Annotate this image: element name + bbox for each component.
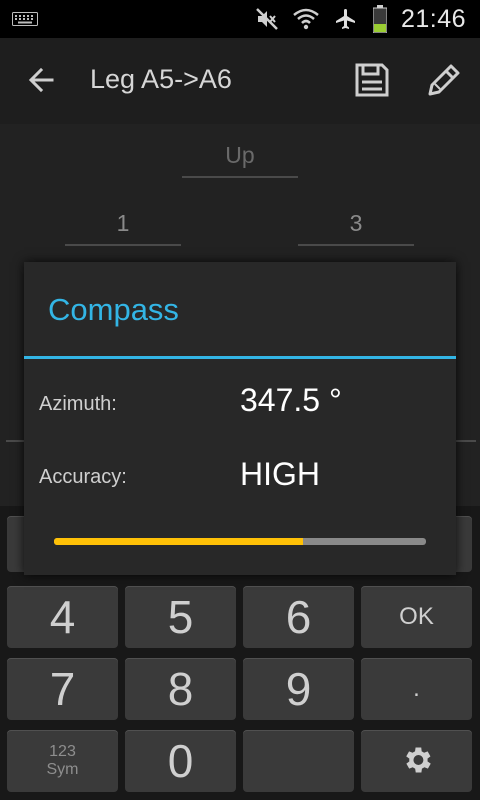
key-7[interactable]: 7	[7, 658, 118, 720]
status-bar: 21:46	[0, 0, 480, 38]
mute-icon	[255, 7, 279, 31]
airplane-icon	[333, 7, 359, 31]
wifi-icon	[293, 7, 319, 31]
dialog-title-divider	[24, 356, 456, 359]
key-space[interactable]	[243, 730, 354, 792]
inclination-field[interactable]: 3	[298, 210, 414, 246]
key-123-label: 123	[49, 743, 76, 760]
up-field-placeholder: Up	[225, 142, 255, 168]
page-title: Leg A5->A6	[90, 64, 232, 94]
up-field[interactable]: Up	[182, 142, 298, 178]
field-underline	[182, 176, 298, 178]
left-field-edge	[6, 436, 26, 442]
key-sym-label: Sym	[46, 761, 79, 778]
battery-icon	[372, 5, 387, 33]
key-ok[interactable]: OK	[361, 586, 472, 648]
settings-icon	[400, 734, 434, 788]
key-settings[interactable]	[361, 730, 472, 792]
back-arrow-icon[interactable]	[24, 62, 60, 98]
clock: 21:46	[400, 4, 466, 33]
compass-dialog: Compass Azimuth: 347.5 ° Accuracy: HIGH	[24, 262, 456, 575]
save-icon[interactable]	[352, 60, 392, 100]
accuracy-label: Accuracy:	[39, 466, 127, 488]
key-6[interactable]: 6	[243, 586, 354, 648]
azimuth-label: Azimuth:	[39, 393, 117, 415]
action-bar: Leg A5->A6	[0, 38, 480, 124]
dialog-title: Compass	[48, 292, 179, 327]
key-9[interactable]: 9	[243, 658, 354, 720]
field-underline	[65, 244, 181, 246]
key-5[interactable]: 5	[125, 586, 236, 648]
distance-field[interactable]: 1	[65, 210, 181, 246]
right-field-edge	[456, 436, 476, 442]
inclination-field-value: 3	[349, 210, 363, 236]
progress-fill	[54, 538, 304, 545]
key-4[interactable]: 4	[7, 586, 118, 648]
accuracy-progress-bar	[54, 538, 426, 545]
edit-icon[interactable]	[424, 60, 464, 100]
azimuth-value: 347.5 °	[240, 382, 342, 418]
key-period[interactable]: .	[361, 658, 472, 720]
accuracy-value: HIGH	[240, 456, 320, 492]
key-8[interactable]: 8	[125, 658, 236, 720]
key-123-sym[interactable]: 123 Sym	[7, 730, 118, 792]
keyboard-icon	[12, 12, 38, 26]
field-underline	[298, 244, 414, 246]
key-0[interactable]: 0	[125, 730, 236, 792]
distance-field-value: 1	[116, 210, 130, 236]
